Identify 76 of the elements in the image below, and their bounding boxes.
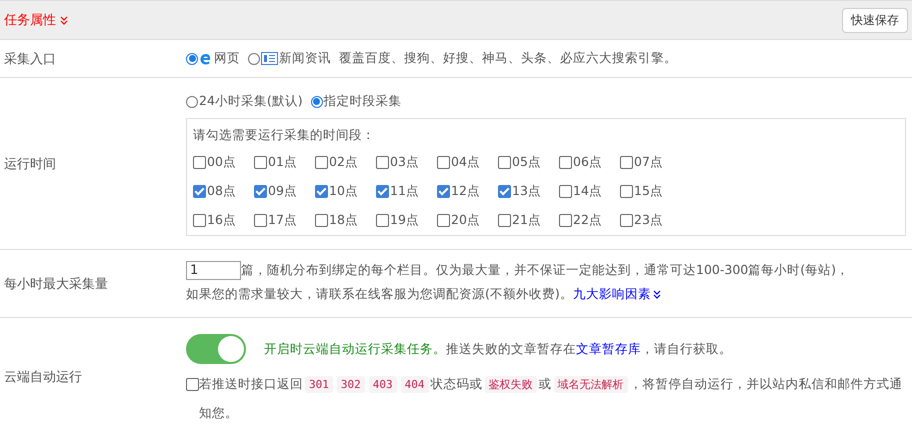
hour-label: 00点	[207, 154, 236, 171]
checkbox[interactable]	[376, 214, 389, 227]
checkbox[interactable]	[254, 156, 267, 169]
browser-e-icon	[199, 52, 213, 66]
auto-pause-note: 若推送时接口返回 301 302 403 404 状态码或 鉴权失败 或 域名无法解析 ，将暂停自动运行，并以站内私信和邮件方式通知您。	[199, 375, 904, 422]
hour-label: 05点	[512, 154, 541, 171]
hour-label: 04点	[451, 154, 480, 171]
double-chevron-icon	[60, 16, 68, 24]
checkbox[interactable]	[437, 156, 450, 169]
factors-link[interactable]: 九大影响因素	[572, 280, 661, 308]
coverage-note: 覆盖百度、搜狗、好搜、神马、头条、必应六大搜索引擎。	[339, 50, 677, 67]
option-label: 24小时采集(默认)	[199, 93, 303, 110]
field-label: 采集入口	[4, 50, 56, 68]
quantity-description: 篇，随机分布到绑定的每个栏目。仅为最大量，并不保证一定能达到，通常可达100-300篇每小时(每站)，	[241, 262, 849, 279]
checkbox[interactable]	[559, 185, 572, 198]
checkbox[interactable]	[254, 214, 267, 227]
checkbox[interactable]	[254, 185, 267, 198]
quick-save-button[interactable]: 快速保存	[842, 8, 908, 32]
hour-label: 14点	[573, 183, 602, 200]
checkbox[interactable]	[193, 214, 206, 227]
hour-label: 10点	[329, 183, 358, 200]
checkbox[interactable]	[193, 156, 206, 169]
hint-text: 请勾选需要运行采集的时间段：	[193, 127, 376, 144]
hour-label: 16点	[207, 212, 236, 229]
checkbox[interactable]	[376, 185, 389, 198]
hour-label: 19点	[390, 212, 419, 229]
newspaper-icon	[261, 52, 278, 65]
article-storage-link[interactable]: 文章暂存库	[576, 340, 641, 358]
checkbox[interactable]	[315, 156, 328, 169]
checkbox[interactable]	[559, 214, 572, 227]
checkbox[interactable]	[498, 214, 511, 227]
hour-label: 03点	[390, 154, 419, 171]
checkbox[interactable]	[315, 214, 328, 227]
hour-label: 18点	[329, 212, 358, 229]
hour-label: 17点	[268, 212, 297, 229]
option-label: 新闻资讯	[279, 50, 331, 67]
checkbox[interactable]	[620, 156, 633, 169]
hour-label: 13点	[512, 183, 541, 200]
hour-label: 12点	[451, 183, 480, 200]
checkbox[interactable]	[186, 378, 199, 391]
radio-button[interactable]	[186, 52, 198, 64]
checkbox[interactable]	[498, 185, 511, 198]
radio-button[interactable]	[186, 96, 198, 108]
option-label: 网页	[214, 50, 240, 67]
checkbox[interactable]	[193, 185, 206, 198]
checkbox[interactable]	[437, 214, 450, 227]
hour-label: 09点	[268, 183, 297, 200]
checkbox[interactable]	[620, 214, 633, 227]
double-chevron-icon	[652, 290, 661, 298]
radio-button[interactable]	[310, 96, 323, 108]
quantity-input[interactable]: 1	[186, 261, 241, 280]
checkbox[interactable]	[437, 185, 450, 198]
hour-label: 08点	[207, 183, 236, 200]
checkbox[interactable]	[315, 185, 328, 198]
hour-label: 21点	[512, 212, 541, 229]
resource-note: 如果您的需求量较大，请联系在线客服为您调配资源(不额外收费)。	[186, 286, 573, 301]
field-label: 每小时最大采集量	[4, 276, 108, 292]
radio-button[interactable]	[248, 52, 260, 64]
hour-label: 23点	[634, 212, 663, 229]
hour-label: 06点	[573, 154, 602, 171]
checkbox[interactable]	[559, 156, 572, 169]
checkbox[interactable]	[376, 156, 389, 169]
hour-label: 02点	[329, 154, 358, 171]
hour-label: 01点	[268, 154, 297, 171]
field-label: 云端自动运行	[4, 368, 82, 386]
option-label: 指定时段采集	[324, 93, 402, 110]
checkbox[interactable]	[498, 156, 511, 169]
cloud-run-note: 开启时云端自动运行采集任务。推送失败的文章暂存在文章暂存库，请自行获取。	[264, 340, 732, 358]
checkbox[interactable]	[620, 185, 633, 198]
toggle-switch[interactable]	[186, 334, 246, 364]
hour-label: 20点	[451, 212, 480, 229]
hour-label: 15点	[634, 183, 663, 200]
field-label: 运行时间	[4, 156, 56, 172]
hour-label: 11点	[390, 183, 419, 200]
hour-label: 07点	[634, 154, 663, 171]
hour-label: 22点	[573, 212, 602, 229]
